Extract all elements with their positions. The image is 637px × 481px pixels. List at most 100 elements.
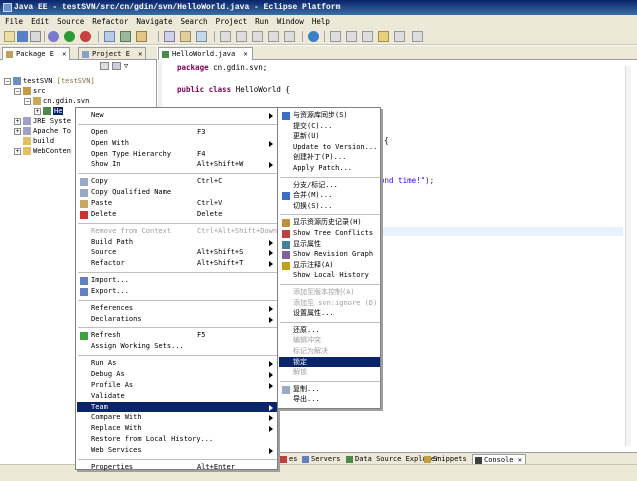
menu-item[interactable]: Delete Delete	[77, 209, 277, 220]
menu-item[interactable]: Show In Alt+Shift+W	[77, 159, 277, 170]
forward-dropdown-icon[interactable]	[412, 31, 423, 42]
menu-item[interactable]: Declarations	[77, 314, 277, 325]
menu-item[interactable]: Export...	[77, 286, 277, 297]
menu-item[interactable]: Open Type Hierarchy F4	[77, 149, 277, 160]
new-icon[interactable]	[4, 31, 15, 42]
menu-file[interactable]: File	[5, 17, 23, 26]
menu-item[interactable]: 显示资源历史记录(H)	[279, 217, 380, 228]
menu-item[interactable]: Validate	[77, 391, 277, 402]
prev-annotation-icon[interactable]	[346, 31, 357, 42]
debug-icon[interactable]	[48, 31, 59, 42]
expand-icon[interactable]: +	[14, 117, 21, 125]
menu-item[interactable]: 复制...	[279, 384, 380, 395]
menu-item[interactable]: 添加至 svn:ignore (D)	[279, 298, 380, 309]
menu-item[interactable]: 解锁	[279, 367, 380, 378]
new-server-icon[interactable]	[104, 31, 115, 42]
menu-edit[interactable]: Edit	[31, 17, 49, 26]
menu-item[interactable]: Assign Working Sets...	[77, 341, 277, 352]
expand-icon[interactable]: +	[14, 127, 21, 135]
menu-item[interactable]: Run As	[77, 358, 277, 369]
menu-item[interactable]: Web Services	[77, 445, 277, 456]
menu-navigate[interactable]: Navigate	[136, 17, 172, 26]
menu-item[interactable]: Show Tree Conflicts	[279, 228, 380, 239]
menu-item[interactable]: 合并(M)...	[279, 190, 380, 201]
format-icon[interactable]	[268, 31, 279, 42]
external-tools-icon[interactable]	[80, 31, 91, 42]
last-edit-icon[interactable]	[362, 31, 373, 42]
menu-item[interactable]: 显示属性	[279, 239, 380, 250]
tab-project-explorer[interactable]: Project E ✕	[78, 47, 147, 60]
menu-item[interactable]: 显示注释(A)	[279, 260, 380, 271]
menu-item[interactable]: 编辑冲突	[279, 335, 380, 346]
collapse-icon[interactable]: −	[14, 87, 21, 95]
menu-item[interactable]: 添加至版本控制(A)	[279, 287, 380, 298]
collapse-icon[interactable]: −	[4, 77, 11, 85]
menu-item[interactable]: 创建补丁(P)...	[279, 152, 380, 163]
menu-item[interactable]: Apply Patch...	[279, 163, 380, 174]
close-icon[interactable]: ✕	[243, 50, 247, 58]
run-icon[interactable]	[64, 31, 75, 42]
menu-item[interactable]: 标记为解决	[279, 346, 380, 357]
menu-item[interactable]: 更新(U)	[279, 131, 380, 142]
tree-node-helloworld[interactable]: + He	[34, 106, 64, 116]
menu-item[interactable]: Open With	[77, 138, 277, 149]
menu-item[interactable]: Remove from Context Ctrl+Alt+Shift+Down	[77, 226, 277, 237]
menu-window[interactable]: Window	[277, 17, 304, 26]
menu-item[interactable]: Show Local History	[279, 270, 380, 281]
menu-item[interactable]: 导出...	[279, 394, 380, 405]
collapse-all-icon[interactable]	[100, 62, 109, 70]
forward-icon[interactable]	[394, 31, 405, 42]
menu-item[interactable]: 锁定	[279, 356, 380, 368]
menu-item[interactable]: Copy Ctrl+C	[77, 176, 277, 187]
expand-icon[interactable]: +	[14, 147, 21, 155]
save-icon[interactable]	[17, 31, 28, 42]
menu-item[interactable]: Compare With	[77, 412, 277, 423]
menu-item[interactable]: 设置属性...	[279, 308, 380, 319]
menu-item[interactable]: New	[77, 110, 277, 121]
tree-node-package[interactable]: − cn.gdin.svn	[24, 96, 89, 106]
menu-item[interactable]: Restore from Local History...	[77, 434, 277, 445]
menu-item[interactable]: Refresh F5	[77, 330, 277, 341]
tree-node-jre[interactable]: + JRE Syste	[14, 116, 71, 126]
menu-item[interactable]: Build Path	[77, 237, 277, 248]
annotation-icon[interactable]	[236, 31, 247, 42]
tree-node-apache[interactable]: + Apache To	[14, 126, 71, 136]
block-selection-icon[interactable]	[252, 31, 263, 42]
menu-item[interactable]: Refactor Alt+Shift+T	[77, 258, 277, 269]
next-annotation-icon[interactable]	[330, 31, 341, 42]
menu-item[interactable]: 与资源库同步(S)	[279, 110, 380, 121]
menu-item[interactable]: 分支/标记...	[279, 180, 380, 191]
menu-item[interactable]: Import...	[77, 275, 277, 286]
menu-item[interactable]: Update to Version...	[279, 142, 380, 153]
print-icon[interactable]	[30, 31, 41, 42]
tree-node-project[interactable]: − testSVN [testSVN]	[4, 76, 95, 86]
editor-overview-ruler[interactable]	[625, 66, 631, 446]
web-browser-icon[interactable]	[196, 31, 207, 42]
close-icon[interactable]: ✕	[138, 50, 142, 58]
tab-helloworld[interactable]: HelloWorld.java ✕	[158, 47, 253, 60]
comment-icon[interactable]	[284, 31, 295, 42]
menu-item[interactable]: 还原...	[279, 325, 380, 336]
toggle-mark-icon[interactable]	[220, 31, 231, 42]
menu-item[interactable]: Paste Ctrl+V	[77, 198, 277, 209]
close-icon[interactable]: ✕	[514, 456, 522, 464]
tree-node-build[interactable]: build	[14, 136, 54, 146]
menu-item[interactable]: Show Revision Graph	[279, 249, 380, 260]
link-editor-icon[interactable]	[112, 62, 121, 70]
menu-item[interactable]: Properties Alt+Enter	[77, 462, 277, 473]
menu-item[interactable]: Replace With	[77, 423, 277, 434]
menu-item[interactable]: Source Alt+Shift+S	[77, 247, 277, 258]
menu-help[interactable]: Help	[312, 17, 330, 26]
view-menu-icon[interactable]: ▽	[124, 62, 130, 70]
menu-item[interactable]: References	[77, 303, 277, 314]
globe-icon[interactable]	[308, 31, 319, 42]
close-icon[interactable]: ✕	[62, 50, 66, 58]
back-icon[interactable]	[378, 31, 389, 42]
tree-node-webcontent[interactable]: + WebConten	[14, 146, 71, 156]
menu-item[interactable]: Open F3	[77, 127, 277, 138]
menu-item[interactable]: Debug As	[77, 369, 277, 380]
menu-search[interactable]: Search	[180, 17, 207, 26]
menu-item[interactable]: Profile As	[77, 380, 277, 391]
menu-refactor[interactable]: Refactor	[92, 17, 128, 26]
menu-item[interactable]: Copy Qualified Name	[77, 187, 277, 198]
